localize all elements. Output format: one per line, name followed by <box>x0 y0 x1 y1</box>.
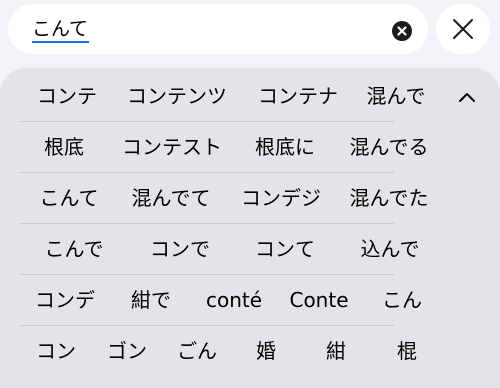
chevron-up-icon[interactable] <box>452 85 482 109</box>
candidate-item[interactable]: 婚 <box>256 326 276 377</box>
candidate-row: コンテ コンテンツ コンテナ 混んで <box>0 71 500 122</box>
candidate-item[interactable]: コンで <box>150 224 210 275</box>
candidate-item[interactable]: 混んでる <box>350 122 429 173</box>
candidate-item[interactable]: コンデ <box>35 275 95 326</box>
candidate-row: こんで コンで コンて 込んで <box>0 224 500 275</box>
candidate-item[interactable]: こんて <box>40 173 99 224</box>
close-x-icon <box>453 19 473 39</box>
candidate-item[interactable]: コンテ <box>37 71 97 122</box>
search-field[interactable]: こんて <box>8 4 428 54</box>
candidate-item[interactable]: こんで <box>45 224 104 275</box>
clear-icon[interactable] <box>392 21 412 41</box>
candidate-item[interactable]: 混んで <box>367 71 426 122</box>
candidate-panel: コンテ コンテンツ コンテナ 混んで 根底 コンテスト 根底に 混んでる こんて… <box>0 68 500 388</box>
candidate-row: コンデ 紺で conté Conte こん <box>0 275 500 326</box>
candidate-item[interactable]: 棍 <box>397 326 417 377</box>
close-button[interactable] <box>436 4 490 54</box>
search-input-text[interactable]: こんて <box>32 17 90 43</box>
candidate-item[interactable]: 混んでて <box>132 173 211 224</box>
candidate-row: こんて 混んでて コンデジ 混んでた <box>0 173 500 224</box>
candidate-item[interactable]: こん <box>382 275 422 326</box>
candidate-item[interactable]: 込んで <box>361 224 420 275</box>
candidate-item[interactable]: 根底 <box>44 122 84 173</box>
candidate-row: 根底 コンテスト 根底に 混んでる <box>0 122 500 173</box>
candidate-item[interactable]: コン <box>36 326 76 377</box>
candidate-item[interactable]: コンテスト <box>122 122 222 173</box>
candidate-item[interactable]: コンて <box>255 224 315 275</box>
candidate-item[interactable]: 混んでた <box>350 173 429 224</box>
candidate-item[interactable]: ごん <box>177 326 217 377</box>
candidate-row: コン ゴン ごん 婚 紺 棍 <box>0 326 500 377</box>
candidate-item[interactable]: conté <box>206 275 262 326</box>
candidate-item[interactable]: コンデジ <box>241 173 321 224</box>
candidate-item[interactable]: Conte <box>289 275 348 326</box>
candidate-item[interactable]: ゴン <box>107 326 147 377</box>
candidate-item[interactable]: 紺で <box>131 275 171 326</box>
candidate-item[interactable]: コンテンツ <box>127 71 227 122</box>
candidate-item[interactable]: 紺 <box>326 326 346 377</box>
candidate-item[interactable]: コンテナ <box>258 71 338 122</box>
candidate-item[interactable]: 根底に <box>255 122 315 173</box>
